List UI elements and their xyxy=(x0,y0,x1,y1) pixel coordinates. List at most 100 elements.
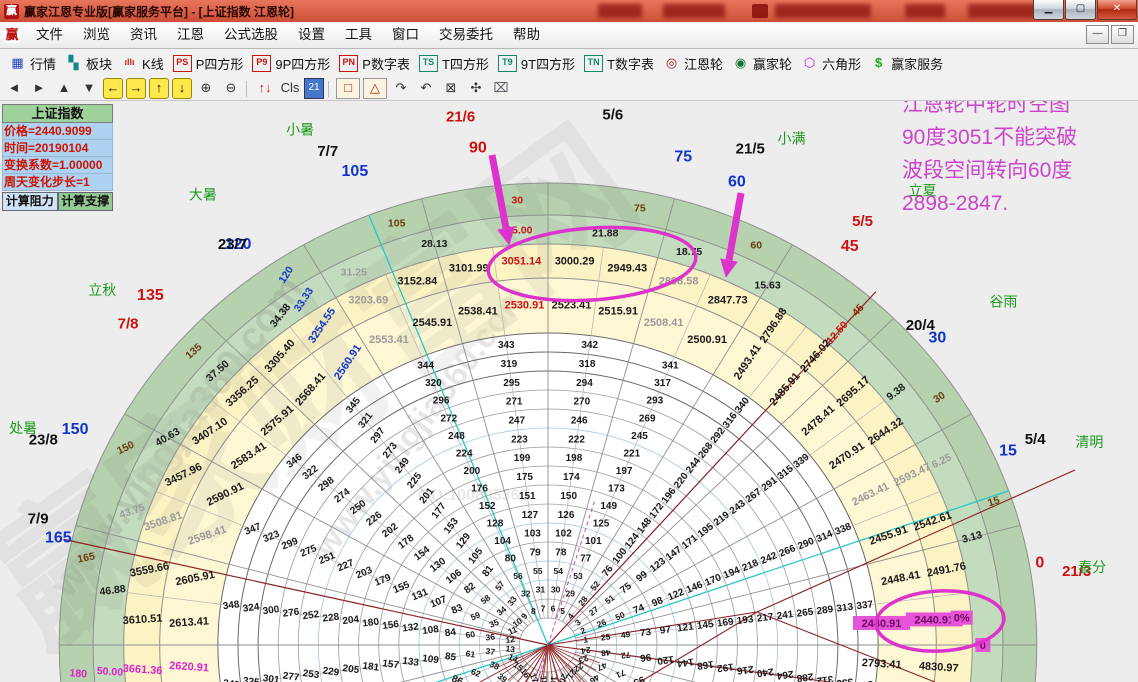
rotate-ccw-icon[interactable]: ↶ xyxy=(415,79,437,98)
svg-text:97: 97 xyxy=(659,624,672,636)
screen-icon[interactable]: ⌧ xyxy=(490,79,512,98)
toolbar-item-4[interactable]: P99P四方形 xyxy=(252,54,330,73)
toolbar-item-12[interactable]: $赢家服务 xyxy=(870,54,943,73)
svg-text:101: 101 xyxy=(585,536,602,547)
svg-text:80: 80 xyxy=(505,554,517,565)
toolbar-item-5[interactable]: PNP数字表 xyxy=(339,54,410,73)
svg-text:144: 144 xyxy=(676,655,694,668)
step-up-icon[interactable]: ↑ xyxy=(149,78,169,99)
svg-text:216: 216 xyxy=(736,663,754,676)
zoom-in-icon[interactable]: ⊕ xyxy=(195,79,217,98)
toolbar-item-label: T四方形 xyxy=(442,54,489,73)
svg-text:54: 54 xyxy=(553,566,563,576)
toolbar-separator xyxy=(328,81,329,97)
step-left-icon[interactable]: ← xyxy=(103,78,123,99)
svg-text:296: 296 xyxy=(433,396,450,407)
svg-text:180: 180 xyxy=(69,667,87,680)
svg-text:271: 271 xyxy=(506,397,523,408)
collapse-icon[interactable]: ✣ xyxy=(465,79,487,98)
svg-text:56: 56 xyxy=(513,571,523,581)
svg-text:77: 77 xyxy=(580,554,592,565)
toolbar-item-label: 9T四方形 xyxy=(521,54,575,73)
svg-text:120: 120 xyxy=(656,653,674,666)
svg-text:342: 342 xyxy=(581,340,598,351)
toolbar-item-2[interactable]: ıllıK线 xyxy=(121,54,164,73)
toolbar-item-9[interactable]: ◎江恩轮 xyxy=(663,54,723,73)
rotate-cw-icon[interactable]: ↷ xyxy=(390,79,412,98)
svg-text:145: 145 xyxy=(696,619,714,632)
menu-item-7[interactable]: 窗口 xyxy=(382,24,429,46)
menu-item-4[interactable]: 公式选股 xyxy=(214,24,288,46)
menu-item-6[interactable]: 工具 xyxy=(335,24,382,46)
svg-text:228: 228 xyxy=(322,612,340,625)
menu-item-3[interactable]: 江恩 xyxy=(167,24,214,46)
svg-text:217: 217 xyxy=(756,612,774,625)
menu-item-9[interactable]: 帮助 xyxy=(503,24,550,46)
box-x-icon[interactable]: ⊠ xyxy=(440,79,462,98)
svg-text:132: 132 xyxy=(402,621,420,634)
calc-resistance-button[interactable]: 计算阻力 xyxy=(2,192,58,211)
svg-text:49: 49 xyxy=(620,629,631,640)
service-icon: $ xyxy=(870,56,887,71)
menu-item-2[interactable]: 资讯 xyxy=(120,24,167,46)
svg-text:294: 294 xyxy=(576,378,593,389)
nav-up-icon[interactable]: ▲ xyxy=(53,79,75,98)
svg-text:103: 103 xyxy=(524,529,541,540)
toolbar-item-7[interactable]: T99T四方形 xyxy=(498,54,575,73)
step-down-icon[interactable]: ↓ xyxy=(172,78,192,99)
nav-right-icon[interactable]: ► xyxy=(28,79,50,98)
svg-text:157: 157 xyxy=(382,658,400,671)
zoom-out-icon[interactable]: ⊖ xyxy=(220,79,242,98)
toolbar-item-0[interactable]: ▦行情 xyxy=(9,54,56,73)
svg-text:50.00: 50.00 xyxy=(96,665,123,679)
toolbar-item-3[interactable]: PSP四方形 xyxy=(173,54,244,73)
toolbar-item-8[interactable]: TNT数字表 xyxy=(584,54,654,73)
svg-text:清明: 清明 xyxy=(1075,434,1103,450)
svg-text:72: 72 xyxy=(620,650,631,661)
updown-icon[interactable]: ↑↓ xyxy=(254,79,276,98)
svg-text:大暑: 大暑 xyxy=(189,187,217,203)
toolbar-item-label: 行情 xyxy=(30,54,56,73)
triangle-tool-icon[interactable]: △ xyxy=(363,78,387,99)
svg-text:224: 224 xyxy=(456,448,473,459)
close-button[interactable]: ✕ xyxy=(1097,0,1137,20)
svg-text:30: 30 xyxy=(511,195,523,207)
rect-tool-icon[interactable]: □ xyxy=(336,78,360,99)
svg-text:127: 127 xyxy=(522,510,539,521)
menu-item-8[interactable]: 交易委托 xyxy=(429,24,503,46)
svg-text:105: 105 xyxy=(342,163,369,180)
menu-item-5[interactable]: 设置 xyxy=(288,24,335,46)
svg-text:45: 45 xyxy=(841,238,859,255)
toolbar-item-6[interactable]: TST四方形 xyxy=(419,54,489,73)
svg-text:300: 300 xyxy=(262,604,280,617)
toolbar-item-1[interactable]: ▚板块 xyxy=(65,54,112,73)
menu-item-1[interactable]: 浏览 xyxy=(73,24,120,46)
svg-text:175: 175 xyxy=(516,472,533,483)
blurred-task-icon xyxy=(752,4,768,18)
step-right-icon[interactable]: → xyxy=(126,78,146,99)
svg-text:105: 105 xyxy=(388,217,406,229)
svg-text:265: 265 xyxy=(796,607,814,620)
svg-text:150: 150 xyxy=(62,421,89,438)
toolbar-item-11[interactable]: ⬡六角形 xyxy=(801,54,861,73)
svg-text:30: 30 xyxy=(551,585,561,595)
cls-button[interactable]: Cls xyxy=(279,79,301,98)
title-bar[interactable]: 赢 赢家江恩专业版[赢家服务平台] - [上证指数 江恩轮] xyxy=(0,0,1138,22)
svg-text:2500.91: 2500.91 xyxy=(687,334,727,346)
svg-text:165: 165 xyxy=(45,529,72,546)
nav-down-icon[interactable]: ▼ xyxy=(78,79,100,98)
nav-left-icon[interactable]: ◄ xyxy=(3,79,25,98)
toolbar-item-10[interactable]: ◉赢家轮 xyxy=(732,54,792,73)
calendar-icon[interactable]: 21 xyxy=(304,78,324,99)
svg-text:55: 55 xyxy=(533,566,543,576)
maximize-button[interactable]: ▢ xyxy=(1065,0,1096,20)
svg-text:78: 78 xyxy=(555,547,567,558)
minimize-button[interactable]: ▁ xyxy=(1033,0,1064,20)
calc-support-button[interactable]: 计算支撑 xyxy=(58,192,114,211)
svg-text:2545.91: 2545.91 xyxy=(412,317,452,329)
mdi-restore-button[interactable]: ❐ xyxy=(1111,25,1134,44)
menu-item-0[interactable]: 文件 xyxy=(26,24,73,46)
mdi-minimize-button[interactable]: — xyxy=(1086,25,1109,44)
svg-text:325: 325 xyxy=(242,676,260,682)
svg-text:126: 126 xyxy=(558,510,575,521)
